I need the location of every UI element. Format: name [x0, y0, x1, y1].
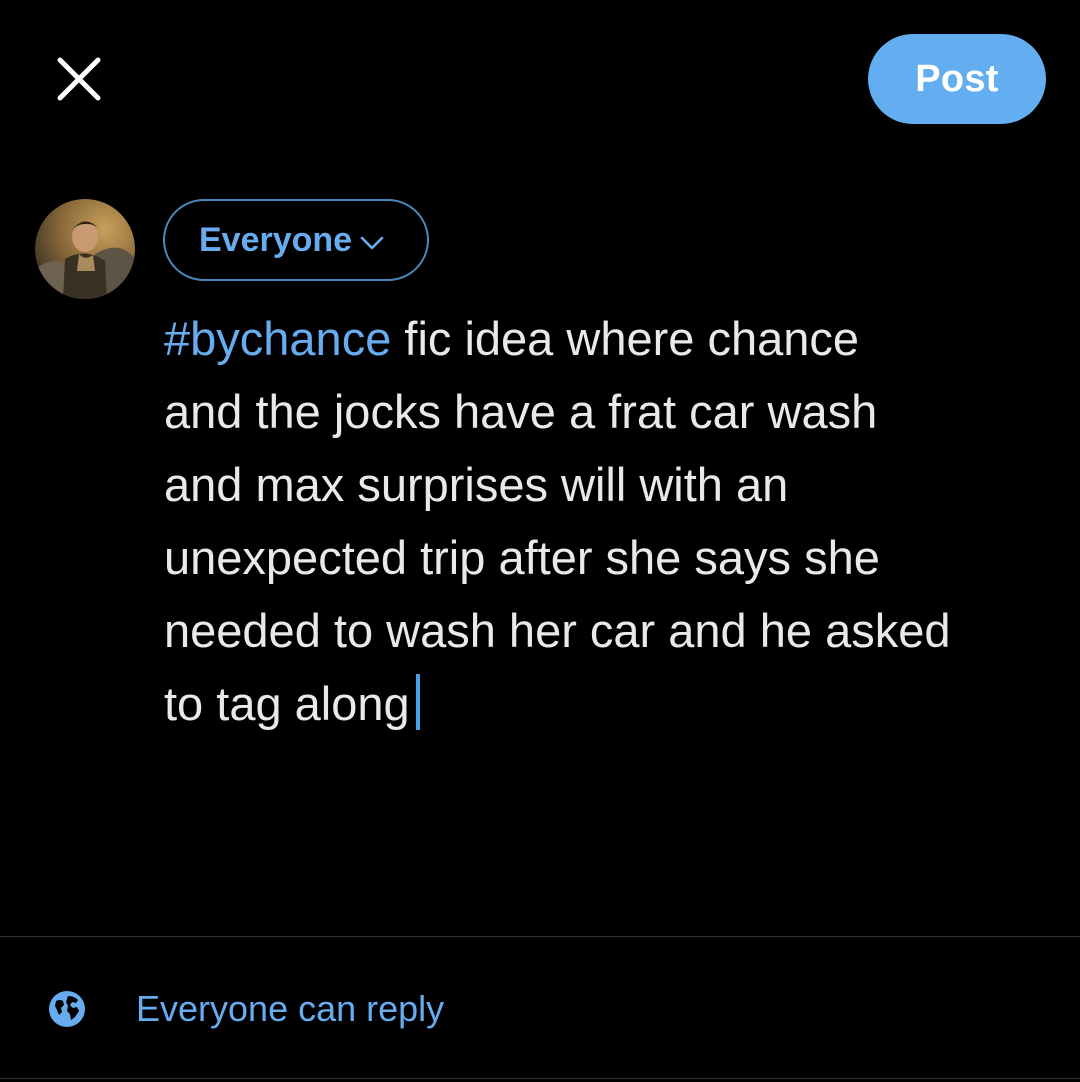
post-text: fic idea where chance and the jocks have… — [164, 312, 951, 730]
text-cursor — [415, 674, 420, 730]
reply-settings-label: Everyone can reply — [136, 988, 445, 1029]
audience-selector-button[interactable]: Everyone — [163, 199, 429, 281]
post-button[interactable]: Post — [868, 34, 1046, 124]
chevron-down-icon — [360, 235, 384, 251]
reply-settings-button[interactable]: Everyone can reply — [0, 937, 1080, 1077]
avatar[interactable] — [35, 199, 135, 299]
audience-label: Everyone — [199, 220, 353, 259]
post-text-input[interactable]: #bychance fic idea where chance and the … — [164, 302, 1064, 740]
close-icon — [56, 56, 102, 107]
globe-icon — [48, 990, 86, 1028]
bottom-divider — [0, 1078, 1080, 1079]
close-button[interactable] — [50, 52, 108, 110]
hashtag-link[interactable]: #bychance — [164, 312, 391, 365]
